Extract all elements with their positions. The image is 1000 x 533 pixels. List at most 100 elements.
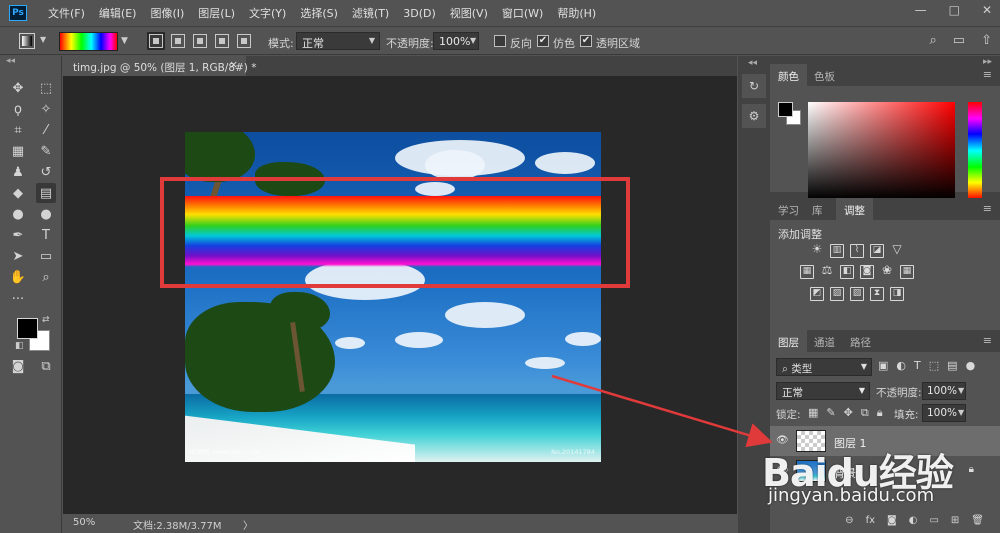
share-icon[interactable]: ⇧ — [981, 33, 992, 48]
tab-adjustments[interactable]: 调整 — [836, 198, 873, 220]
brush-tool-icon[interactable]: ✎ — [36, 141, 56, 161]
crop-tool-icon[interactable]: ⌗ — [8, 120, 28, 140]
menu-view[interactable]: 视图(V) — [443, 5, 495, 21]
panel-menu-icon[interactable]: ≡ — [983, 68, 992, 81]
tab-layers[interactable]: 图层 — [770, 330, 807, 352]
mode-select[interactable]: 正常 ▼ — [296, 32, 380, 50]
tab-swatches[interactable]: 色板 — [806, 64, 843, 86]
history-icon[interactable]: ↻ — [742, 74, 766, 98]
menu-window[interactable]: 窗口(W) — [495, 5, 550, 21]
default-colors-icon[interactable]: ◧ — [15, 341, 24, 351]
screen-mode-icon[interactable]: ⧉ — [36, 356, 56, 376]
blend-mode-select[interactable]: 正常 ▼ — [776, 382, 870, 400]
dodge-tool-icon[interactable]: ● — [36, 204, 56, 224]
close-icon[interactable]: ✕ — [982, 3, 992, 17]
curves-icon[interactable]: ⌇ — [850, 244, 864, 258]
quick-mask-icon[interactable]: ◙ — [8, 356, 28, 376]
radial-gradient-button[interactable] — [171, 34, 185, 48]
canvas-area[interactable]: 昵图网 www.nipic.com No.20141784 — [63, 76, 737, 514]
move-tool-icon[interactable]: ✥ — [8, 78, 28, 98]
color-balance-icon[interactable]: ⚖ — [820, 264, 834, 279]
lock-image-icon[interactable]: ✎ — [826, 406, 835, 420]
menu-help[interactable]: 帮助(H) — [550, 5, 603, 21]
minimize-icon[interactable]: — — [915, 3, 927, 17]
tab-libraries[interactable]: 库 — [804, 198, 831, 220]
close-tab-icon[interactable]: × — [229, 59, 238, 71]
tool-preset-picker[interactable] — [19, 33, 35, 49]
angle-gradient-button[interactable] — [193, 34, 207, 48]
workspace-icon[interactable]: ▭ — [953, 33, 965, 48]
reverse-checkbox[interactable] — [494, 35, 506, 47]
foreground-color-swatch[interactable] — [17, 318, 38, 339]
search-icon[interactable]: ⌕ — [930, 33, 937, 48]
type-filter-icon[interactable]: T — [914, 359, 921, 372]
gradient-dropdown-icon[interactable]: ▼ — [121, 36, 128, 46]
history-brush-icon[interactable]: ↺ — [36, 162, 56, 182]
gradient-editor[interactable] — [59, 32, 118, 51]
swap-colors-icon[interactable]: ⇄ — [42, 315, 50, 325]
panel-foreground-swatch[interactable] — [778, 102, 793, 117]
selective-color-icon[interactable]: ◨ — [890, 287, 904, 301]
filter-toggle-icon[interactable]: ● — [966, 359, 976, 372]
tab-paths[interactable]: 路径 — [842, 330, 879, 352]
lock-position-icon[interactable]: ✥ — [844, 406, 853, 420]
chevron-down-icon[interactable]: ▼ — [40, 35, 46, 44]
collapse-icon[interactable]: ◂◂ — [748, 58, 757, 68]
hue-slider[interactable] — [968, 102, 982, 199]
lock-transparency-icon[interactable]: ▦ — [808, 406, 818, 420]
status-menu-icon[interactable]: 〉 — [243, 517, 253, 532]
panel-menu-icon[interactable]: ≡ — [983, 202, 992, 215]
adjustment-filter-icon[interactable]: ◐ — [896, 359, 906, 372]
zoom-level[interactable]: 50% — [73, 517, 95, 528]
maximize-icon[interactable]: □ — [949, 3, 960, 17]
invert-icon[interactable]: ◩ — [810, 287, 824, 301]
color-field[interactable] — [808, 102, 955, 199]
diamond-gradient-button[interactable] — [237, 34, 251, 48]
reflected-gradient-button[interactable] — [215, 34, 229, 48]
vibrance-icon[interactable]: ▽ — [890, 243, 904, 258]
gradient-tool-icon[interactable]: ▤ — [36, 183, 56, 203]
properties-icon[interactable]: ⚙ — [742, 104, 766, 128]
menu-3d[interactable]: 3D(D) — [396, 7, 443, 20]
shape-filter-icon[interactable]: ⬚ — [929, 359, 939, 372]
menu-type[interactable]: 文字(Y) — [242, 5, 293, 21]
pen-tool-icon[interactable]: ✒ — [8, 225, 28, 245]
layer-filter-select[interactable]: ⌕ 类型 ▼ — [776, 358, 872, 376]
clone-stamp-icon[interactable]: ♟ — [8, 162, 28, 182]
tab-color[interactable]: 颜色 — [770, 64, 807, 86]
menu-file[interactable]: 文件(F) — [41, 5, 92, 21]
rectangle-tool-icon[interactable]: ▭ — [36, 246, 56, 266]
menu-edit[interactable]: 编辑(E) — [92, 5, 144, 21]
healing-brush-icon[interactable]: ▦ — [8, 141, 28, 161]
hand-tool-icon[interactable]: ✋ — [8, 267, 28, 287]
dither-checkbox[interactable]: ✔ — [537, 35, 549, 47]
lock-all-icon[interactable]: 🔒︎ — [877, 406, 883, 420]
menu-image[interactable]: 图像(I) — [143, 5, 191, 21]
menu-select[interactable]: 选择(S) — [293, 5, 345, 21]
lasso-tool-icon[interactable]: ϙ — [8, 99, 28, 119]
black-white-icon[interactable]: ◧ — [840, 265, 854, 279]
levels-icon[interactable]: ▥ — [830, 244, 844, 258]
menu-filter[interactable]: 滤镜(T) — [345, 5, 396, 21]
exposure-icon[interactable]: ◪ — [870, 244, 884, 258]
zoom-tool-icon[interactable]: ⌕ — [36, 267, 56, 287]
eyedropper-icon[interactable]: ⁄ — [36, 120, 56, 140]
magic-wand-icon[interactable]: ✧ — [36, 99, 56, 119]
marquee-tool-icon[interactable]: ⬚ — [36, 78, 56, 98]
tab-channels[interactable]: 通道 — [806, 330, 843, 352]
type-tool-icon[interactable]: T — [36, 225, 56, 245]
photo-filter-icon[interactable]: ◙ — [860, 265, 874, 279]
tab-learn[interactable]: 学习 — [770, 198, 807, 220]
linear-gradient-button[interactable] — [147, 32, 165, 50]
blur-tool-icon[interactable]: ● — [8, 204, 28, 224]
posterize-icon[interactable]: ▨ — [830, 287, 844, 301]
brightness-icon[interactable]: ☀ — [810, 243, 824, 258]
channel-mixer-icon[interactable]: ❀ — [880, 264, 894, 279]
panel-menu-icon[interactable]: ≡ — [983, 334, 992, 347]
opacity-dropdown-icon[interactable]: ▼ — [470, 36, 476, 45]
more-tools-icon[interactable]: ··· — [8, 289, 28, 309]
collapse-icon[interactable]: ◂◂ — [6, 56, 15, 66]
fill-dropdown-icon[interactable]: ▼ — [958, 408, 964, 417]
smart-object-filter-icon[interactable]: ▤ — [947, 359, 957, 372]
artboard-icon[interactable]: ⧉ — [861, 406, 869, 420]
